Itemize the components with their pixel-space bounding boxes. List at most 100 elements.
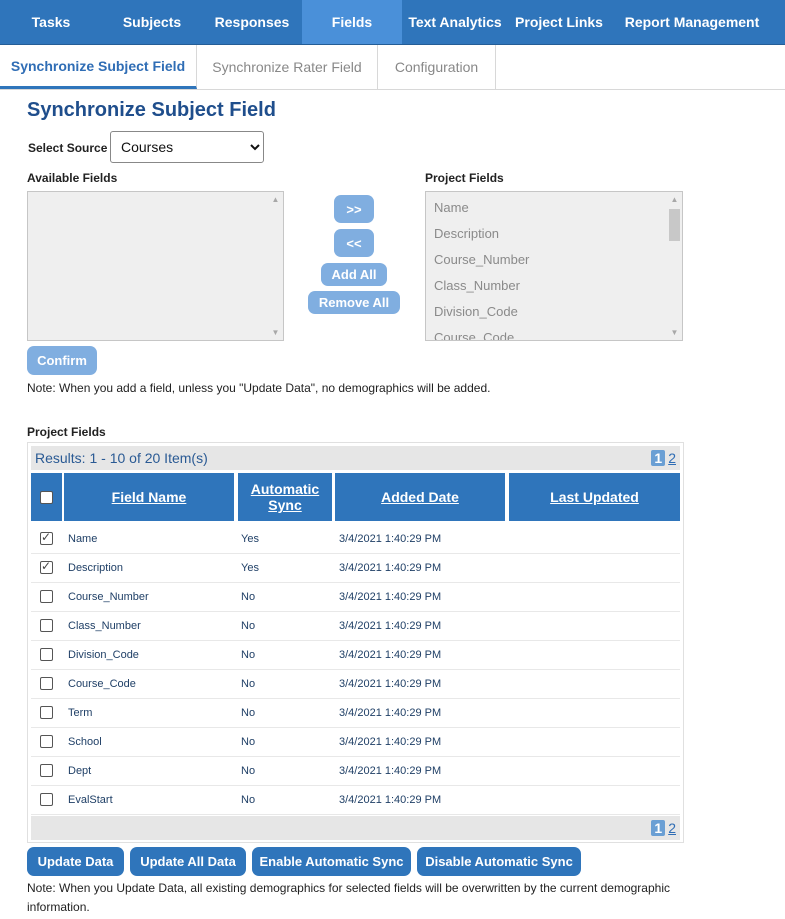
table-row: Name Yes 3/4/2021 1:40:29 PM: [31, 524, 680, 554]
header-field-name[interactable]: Field Name: [64, 473, 234, 521]
list-item[interactable]: Description: [426, 221, 682, 247]
automatic-sync-cell: No: [241, 764, 256, 777]
update-all-data-button[interactable]: Update All Data: [130, 847, 246, 876]
added-date-cell: 3/4/2021 1:40:29 PM: [339, 532, 442, 545]
table-row: School No 3/4/2021 1:40:29 PM: [31, 727, 680, 757]
project-fields-list[interactable]: Name Description Course_Number Class_Num…: [425, 191, 683, 341]
nav-project-links[interactable]: Project Links: [508, 0, 610, 44]
field-name-cell: EvalStart: [68, 793, 113, 806]
row-checkbox[interactable]: [40, 706, 53, 719]
page-title: Synchronize Subject Field: [27, 99, 276, 121]
list-item[interactable]: Class_Number: [426, 273, 682, 299]
row-checkbox[interactable]: [40, 677, 53, 690]
select-all-checkbox[interactable]: [40, 490, 53, 504]
tab-configuration[interactable]: Configuration: [378, 45, 496, 89]
add-field-button[interactable]: >>: [334, 195, 374, 223]
scroll-down-icon[interactable]: ▼: [667, 328, 682, 337]
row-checkbox[interactable]: [40, 590, 53, 603]
update-data-note: Note: When you Update Data, all existing…: [27, 881, 670, 914]
table-row: Division_Code No 3/4/2021 1:40:29 PM: [31, 640, 680, 670]
project-fields-scrollbar[interactable]: ▲ ▼: [667, 192, 682, 340]
field-name-cell: School: [68, 735, 102, 748]
row-checkbox[interactable]: [40, 559, 53, 574]
last-updated-cell: [513, 785, 681, 814]
tab-synchronize-subject-field[interactable]: Synchronize Subject Field: [0, 45, 197, 89]
automatic-sync-cell: No: [241, 677, 256, 690]
header-last-updated[interactable]: Last Updated: [509, 473, 680, 521]
list-item[interactable]: Course_Code: [426, 325, 682, 340]
added-date-cell: 3/4/2021 1:40:29 PM: [339, 648, 442, 661]
update-data-button[interactable]: Update Data: [27, 847, 124, 876]
nav-subjects[interactable]: Subjects: [102, 0, 202, 44]
nav-report-management[interactable]: Report Management: [610, 0, 774, 44]
scroll-up-icon[interactable]: ▲: [268, 195, 283, 204]
automatic-sync-cell: Yes: [241, 561, 259, 574]
scroll-down-icon[interactable]: ▼: [268, 328, 283, 337]
field-name-cell: Description: [68, 561, 124, 574]
select-source-label: Select Source: [28, 141, 108, 155]
source-select[interactable]: Courses: [110, 131, 264, 163]
scroll-up-icon[interactable]: ▲: [667, 195, 682, 204]
row-checkbox[interactable]: [40, 619, 53, 632]
results-bar-top: Results: 1 - 10 of 20 Item(s) 1 2: [31, 446, 680, 470]
row-checkbox[interactable]: [40, 764, 53, 777]
automatic-sync-cell: No: [241, 735, 256, 748]
field-name-cell: Division_Code: [68, 648, 139, 661]
table-row: EvalStart No 3/4/2021 1:40:29 PM: [31, 785, 680, 815]
row-select-cell: [31, 698, 62, 727]
available-fields-scrollbar[interactable]: ▲ ▼: [268, 192, 283, 340]
row-select-cell: [31, 611, 62, 640]
top-nav: Tasks Subjects Responses Fields Text Ana…: [0, 0, 785, 45]
remove-field-button[interactable]: <<: [334, 229, 374, 257]
nav-fields[interactable]: Fields: [302, 0, 402, 44]
row-select-cell: [31, 640, 62, 669]
automatic-sync-cell: No: [241, 590, 256, 603]
sub-tabs: Synchronize Subject Field Synchronize Ra…: [0, 45, 785, 90]
pager-bottom: 1 2: [651, 820, 676, 836]
last-updated-cell: [513, 669, 681, 698]
nav-responses[interactable]: Responses: [202, 0, 302, 44]
field-name-cell: Class_Number: [68, 619, 141, 632]
tab-synchronize-rater-field[interactable]: Synchronize Rater Field: [197, 45, 378, 89]
last-updated-cell: [513, 524, 681, 553]
row-select-cell: [31, 524, 62, 553]
disable-automatic-sync-button[interactable]: Disable Automatic Sync: [417, 847, 581, 876]
add-all-button[interactable]: Add All: [321, 263, 387, 286]
field-name-cell: Term: [68, 706, 93, 719]
nav-tasks[interactable]: Tasks: [0, 0, 102, 44]
enable-automatic-sync-button[interactable]: Enable Automatic Sync: [252, 847, 411, 876]
page-1-current[interactable]: 1: [651, 820, 666, 836]
row-select-cell: [31, 756, 62, 785]
page-1-current[interactable]: 1: [651, 450, 666, 466]
row-checkbox[interactable]: [40, 530, 53, 545]
confirm-button[interactable]: Confirm: [27, 346, 97, 375]
added-date-cell: 3/4/2021 1:40:29 PM: [339, 561, 442, 574]
row-checkbox[interactable]: [40, 735, 53, 748]
header-added-date[interactable]: Added Date: [335, 473, 505, 521]
remove-all-button[interactable]: Remove All: [308, 291, 400, 314]
page-2-link[interactable]: 2: [668, 450, 676, 466]
automatic-sync-cell: No: [241, 648, 256, 661]
list-item[interactable]: Name: [426, 195, 682, 221]
row-checkbox[interactable]: [40, 793, 53, 806]
field-name-cell: Dept: [68, 764, 92, 777]
scroll-thumb[interactable]: [669, 209, 680, 241]
table-row: Class_Number No 3/4/2021 1:40:29 PM: [31, 611, 680, 641]
nav-text-analytics[interactable]: Text Analytics: [402, 0, 508, 44]
row-select-cell: [31, 727, 62, 756]
results-bar-bottom: 1 2: [31, 816, 680, 840]
available-fields-list[interactable]: ▲ ▼: [27, 191, 284, 341]
added-date-cell: 3/4/2021 1:40:29 PM: [339, 793, 442, 806]
page-2-link[interactable]: 2: [668, 820, 676, 836]
added-date-cell: 3/4/2021 1:40:29 PM: [339, 706, 442, 719]
list-item[interactable]: Course_Number: [426, 247, 682, 273]
last-updated-cell: [513, 698, 681, 727]
header-automatic-sync[interactable]: Automatic Sync: [238, 473, 332, 521]
results-text: Results: 1 - 10 of 20 Item(s): [35, 450, 208, 466]
field-name-cell: Name: [68, 532, 98, 545]
added-date-cell: 3/4/2021 1:40:29 PM: [339, 590, 442, 603]
list-item[interactable]: Division_Code: [426, 299, 682, 325]
row-checkbox[interactable]: [40, 648, 53, 661]
project-fields-grid: Results: 1 - 10 of 20 Item(s) 1 2 Field …: [27, 442, 684, 843]
added-date-cell: 3/4/2021 1:40:29 PM: [339, 764, 442, 777]
